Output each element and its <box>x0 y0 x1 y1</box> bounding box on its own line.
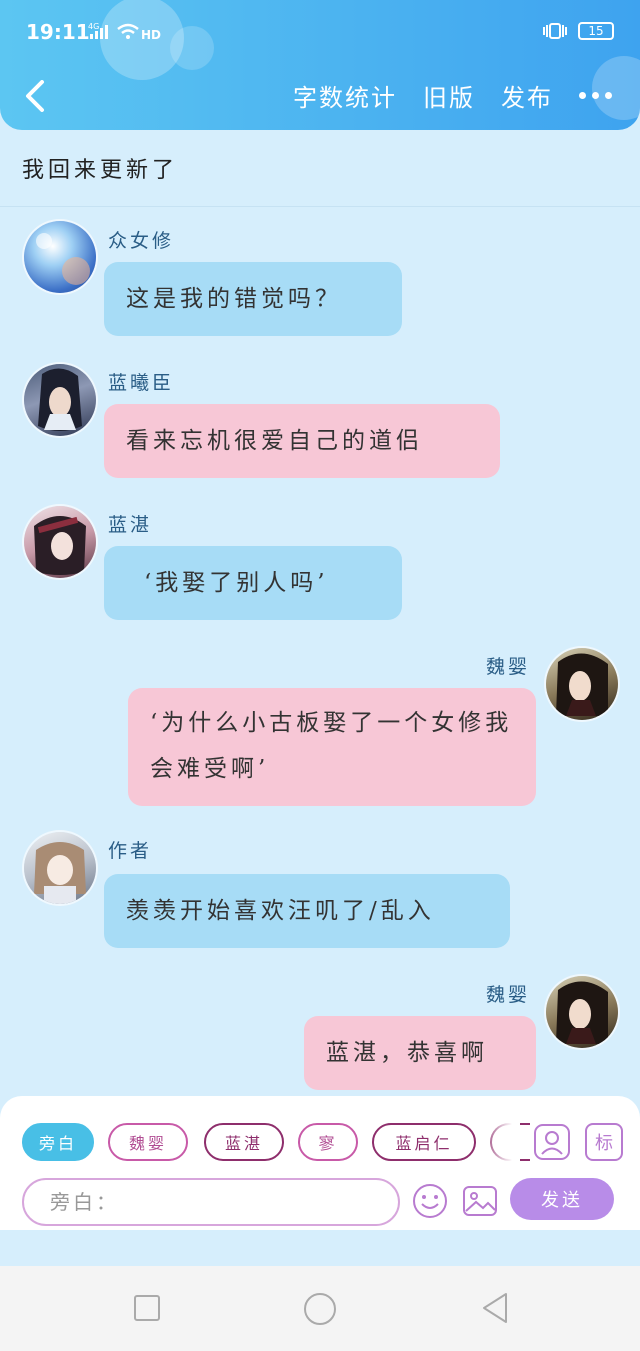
svg-text:4G: 4G <box>88 22 99 31</box>
sender-name: 魏婴 <box>486 984 531 1006</box>
sender-name: 蓝曦臣 <box>108 372 175 394</box>
role-chip-narrator[interactable]: 旁白 <box>22 1123 94 1161</box>
header-actions: 字数统计 旧版 发布 <box>293 78 612 113</box>
message-bubble[interactable]: 看来忘机很爱自己的道侣 <box>104 404 500 478</box>
word-count-button[interactable]: 字数统计 <box>293 78 397 113</box>
more-icon[interactable] <box>579 92 612 99</box>
emoji-icon[interactable] <box>411 1182 449 1220</box>
message-bubble[interactable]: ‘为什么小古板娶了一个女修我会难受啊’ <box>128 688 536 806</box>
recents-icon[interactable] <box>133 1294 161 1322</box>
avatar[interactable] <box>546 976 618 1048</box>
image-icon[interactable] <box>462 1183 498 1219</box>
composer: 旁白 魏婴 蓝湛 寥 蓝启仁 标 发送 <box>0 1096 640 1230</box>
old-version-button[interactable]: 旧版 <box>423 78 475 113</box>
message-bubble[interactable]: 羡羡开始喜欢汪叽了/乱入 <box>104 874 510 948</box>
role-chip[interactable]: 蓝启仁 <box>372 1123 476 1161</box>
publish-button[interactable]: 发布 <box>501 78 553 113</box>
vibrate-icon <box>543 23 567 39</box>
chips-fade <box>480 1118 520 1166</box>
svg-text:HD: HD <box>141 28 161 42</box>
wifi-icon: HD <box>117 23 161 42</box>
app-header: 19:11 4G HD 15 字数统计 旧版 发布 <box>0 0 640 130</box>
sender-name: 蓝湛 <box>108 514 153 536</box>
sender-name: 作者 <box>108 840 153 862</box>
avatar[interactable] <box>24 221 96 293</box>
message-bubble[interactable]: 蓝湛，恭喜啊 <box>304 1016 536 1090</box>
send-button[interactable]: 发送 <box>510 1178 614 1220</box>
system-nav-bar <box>0 1266 640 1351</box>
message-bubble[interactable]: 这是我的错觉吗？ <box>104 262 402 336</box>
home-icon[interactable] <box>303 1292 337 1326</box>
sender-name: 众女修 <box>108 230 175 252</box>
signal-icon: 4G <box>88 22 108 39</box>
back-nav-icon[interactable] <box>480 1291 510 1325</box>
mark-button[interactable]: 标 <box>585 1123 623 1161</box>
status-time: 19:11 <box>26 20 90 44</box>
role-manage-icon[interactable] <box>533 1123 571 1161</box>
avatar[interactable] <box>24 506 96 578</box>
role-chip[interactable]: 寥 <box>298 1123 358 1161</box>
decor-bubble <box>170 26 214 70</box>
status-right: 15 <box>542 22 614 40</box>
message-input[interactable] <box>22 1178 400 1226</box>
back-icon[interactable] <box>20 80 50 112</box>
role-chip[interactable]: 蓝湛 <box>204 1123 284 1161</box>
divider <box>0 206 640 207</box>
role-chip[interactable]: 魏婴 <box>108 1123 188 1161</box>
avatar[interactable] <box>24 364 96 436</box>
avatar[interactable] <box>546 648 618 720</box>
battery-icon: 15 <box>578 22 614 40</box>
avatar[interactable] <box>24 832 96 904</box>
message-bubble[interactable]: ‘我娶了别人吗’ <box>104 546 402 620</box>
sender-name: 魏婴 <box>486 656 531 678</box>
chapter-title[interactable]: 我回来更新了 <box>22 152 178 184</box>
